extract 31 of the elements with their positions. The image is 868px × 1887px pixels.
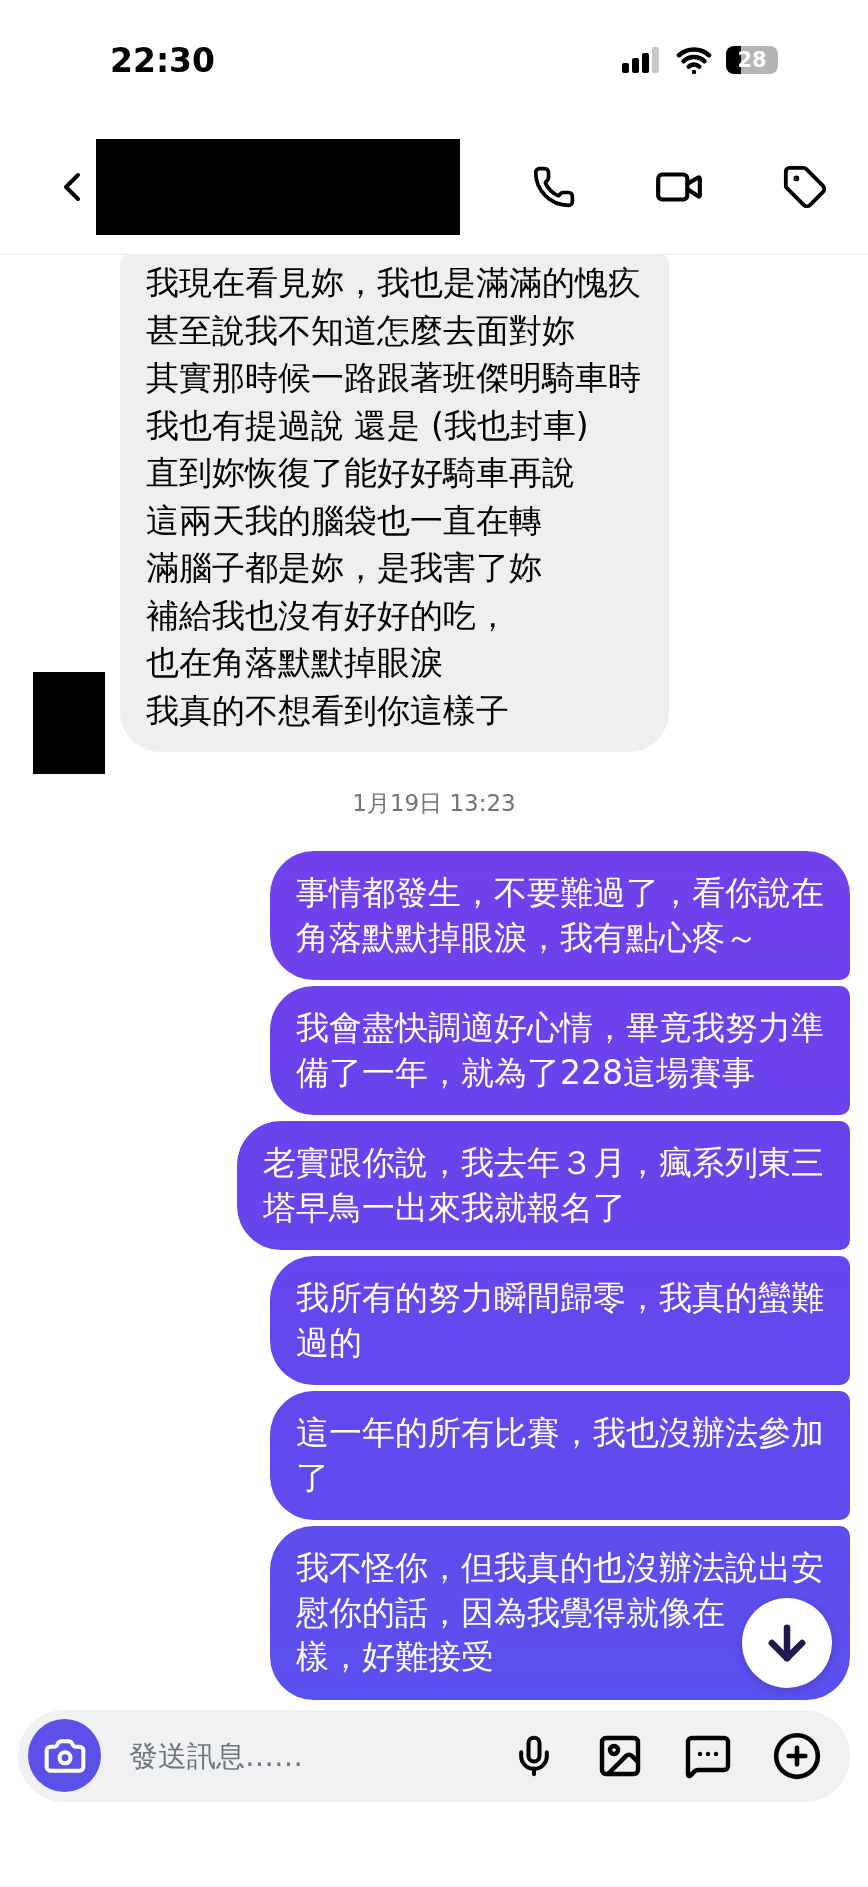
message-line: 我會盡快調適好心情，畢竟我努力準	[296, 1007, 824, 1049]
signal-icon	[622, 47, 662, 73]
message-line: 我所有的努力瞬間歸零，我真的蠻難	[296, 1277, 824, 1319]
plus-circle-icon[interactable]	[772, 1730, 822, 1781]
message-line: 了	[296, 1456, 329, 1499]
message-line: 我真的不想看到你這樣子	[146, 689, 509, 732]
message-line: 也在角落默默掉眼淚	[146, 642, 443, 684]
tag-icon[interactable]	[782, 164, 828, 210]
message-line: 直到妳恢復了能好好騎車再說	[146, 452, 575, 494]
message-line: 補給我也沒有好好的吃，	[146, 594, 509, 637]
message-line: 備了一年，就為了228這場賽事	[296, 1051, 755, 1094]
message-line: 過的	[296, 1321, 362, 1364]
message-line: 塔早鳥一出來我就報名了	[263, 1186, 626, 1229]
message-line: 其實那時候一路跟著班傑明騎車時	[146, 357, 641, 399]
phone-icon[interactable]	[532, 165, 576, 209]
message-line: 角落默默掉眼淚，我有點心疼～	[296, 916, 758, 959]
message-line: 老實跟你說，我去年３月，瘋系列東三	[263, 1142, 824, 1184]
message-line: 這一年的所有比賽，我也沒辦法參加	[296, 1412, 824, 1454]
message-timestamp: 1月19日 13:23	[352, 790, 516, 816]
message-line: 慰你的話，因為我覺得就像在	[296, 1591, 725, 1634]
message-line: 事情都發生，不要難過了，看你說在	[296, 872, 824, 914]
message-line: 這兩天我的腦袋也一直在轉	[146, 499, 542, 542]
message-line: 樣，好難接受	[296, 1636, 494, 1678]
status-time: 22:30	[110, 40, 216, 80]
message-line: 我也有提過說 還是 (我也封車)	[146, 404, 589, 447]
message-line: 甚至說我不知道怎麼去面對妳	[146, 309, 575, 352]
message-line: 滿腦子都是妳，是我害了妳	[146, 547, 542, 589]
camera-button[interactable]	[28, 1719, 101, 1792]
message-line: 我不怪你，但我真的也沒辦法說出安	[296, 1547, 824, 1589]
message-line: 我現在看見妳，我也是滿滿的愧疚	[146, 262, 641, 304]
message-field[interactable]: 發送訊息……	[127, 1737, 431, 1774]
